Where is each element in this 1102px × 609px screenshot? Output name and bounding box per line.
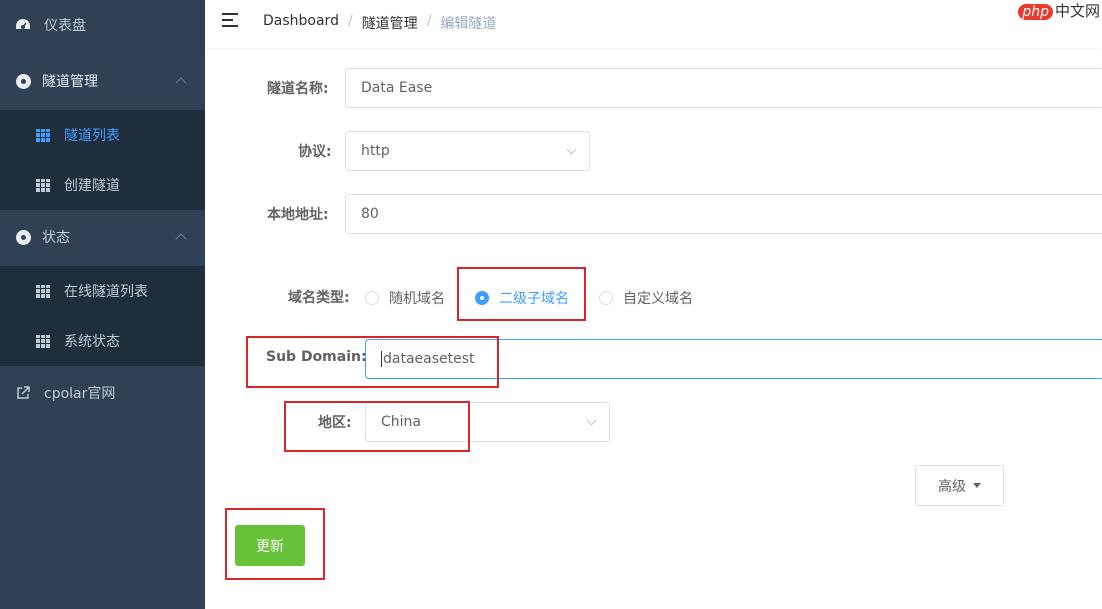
- grid-icon: [35, 177, 51, 193]
- tunnel-icon: [15, 73, 31, 89]
- breadcrumb-item-edit-tunnel: 编辑隧道: [440, 16, 497, 32]
- protocol-label: 协议:: [298, 144, 332, 160]
- sidebar-item-tunnel-management[interactable]: 隧道管理: [0, 56, 205, 106]
- highlight-box-subdomain-field: [246, 336, 499, 388]
- local-address-input[interactable]: 80: [345, 194, 1102, 234]
- grid-icon: [35, 127, 51, 143]
- sidebar-item-label: 隧道列表: [64, 128, 120, 144]
- highlight-box-update: [225, 508, 325, 580]
- advanced-dropdown-button[interactable]: 高级: [915, 465, 1004, 506]
- sidebar-item-label: 系统状态: [64, 334, 120, 350]
- sidebar-item-create-tunnel[interactable]: 创建隧道: [0, 160, 205, 210]
- sidebar-item-label: 状态: [42, 230, 70, 246]
- breadcrumb: Dashboard / 隧道管理 / 编辑隧道: [263, 13, 497, 33]
- sidebar-item-label: 在线隧道列表: [64, 284, 148, 300]
- tunnel-name-label: 隧道名称:: [267, 81, 329, 97]
- sidebar-item-label: 仪表盘: [44, 18, 86, 34]
- sidebar-item-cpolar-site[interactable]: cpolar官网: [0, 368, 205, 418]
- highlight-box-region: [284, 401, 470, 452]
- dashboard-icon: [15, 17, 31, 33]
- sidebar-item-system-status[interactable]: 系统状态: [0, 316, 205, 366]
- chevron-up-icon: [175, 77, 187, 89]
- radio-circle-icon: [599, 291, 613, 305]
- radio-custom-domain[interactable]: 自定义域名: [599, 288, 693, 308]
- menu-toggle-icon[interactable]: [222, 13, 238, 27]
- chevron-up-icon: [175, 233, 187, 245]
- top-navbar: Dashboard / 隧道管理 / 编辑隧道 php 中文网: [205, 0, 1102, 48]
- sidebar: 仪表盘 隧道管理 隧道列表 创建隧道 状态 在线隧道列表 系统状态 cpolar…: [0, 0, 205, 609]
- grid-icon: [35, 283, 51, 299]
- breadcrumb-item-tunnel-management[interactable]: 隧道管理: [362, 13, 418, 33]
- sidebar-item-label: cpolar官网: [44, 386, 116, 402]
- chevron-down-icon: [566, 144, 577, 155]
- external-link-icon: [15, 385, 31, 401]
- watermark-logo: php 中文网: [1018, 0, 1100, 21]
- sidebar-item-label: 隧道管理: [42, 74, 98, 90]
- domain-type-label: 域名类型:: [288, 290, 350, 306]
- sidebar-item-tunnel-list[interactable]: 隧道列表: [0, 110, 205, 160]
- chevron-down-icon: [586, 415, 597, 426]
- radio-random-domain[interactable]: 随机域名: [365, 288, 445, 308]
- breadcrumb-item-dashboard[interactable]: Dashboard: [263, 13, 339, 33]
- highlight-box-subdomain-radio: [457, 267, 586, 321]
- sidebar-item-label: 创建隧道: [64, 178, 120, 194]
- grid-icon: [35, 333, 51, 349]
- status-icon: [15, 229, 31, 245]
- sidebar-item-status[interactable]: 状态: [0, 212, 205, 262]
- caret-down-icon: [973, 483, 981, 488]
- local-address-label: 本地地址:: [267, 207, 329, 223]
- sidebar-item-online-tunnels[interactable]: 在线隧道列表: [0, 266, 205, 316]
- sidebar-item-dashboard[interactable]: 仪表盘: [0, 0, 205, 50]
- tunnel-name-input[interactable]: Data Ease: [345, 68, 1102, 108]
- protocol-select[interactable]: http: [345, 131, 590, 171]
- radio-circle-icon: [365, 291, 379, 305]
